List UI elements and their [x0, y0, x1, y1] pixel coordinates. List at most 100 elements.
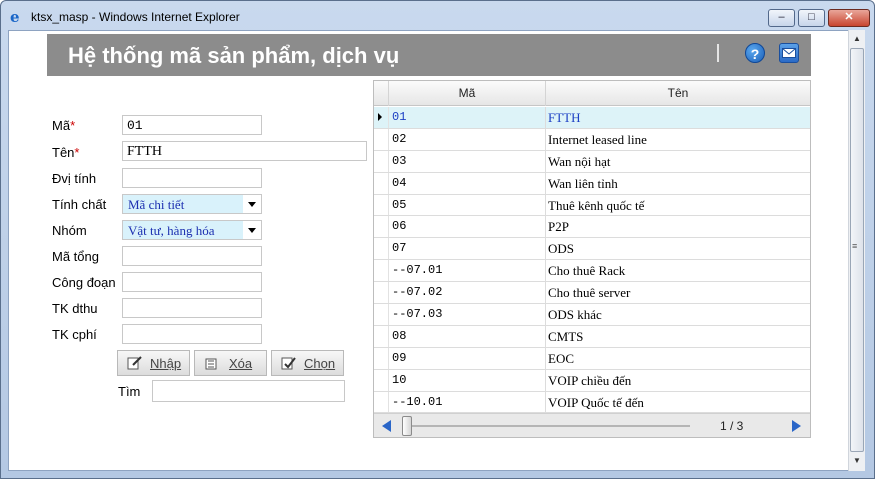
cell-ma: 01 — [388, 107, 546, 128]
table-row[interactable]: 08 CMTS — [374, 325, 810, 348]
delete-icon — [204, 355, 220, 371]
cell-ma: 08 — [388, 325, 546, 347]
pager-slider-handle[interactable] — [402, 416, 412, 436]
cell-ma: 10 — [388, 369, 546, 391]
cell-ma: 05 — [388, 194, 546, 216]
cell-ten: Cho thuê server — [548, 285, 631, 301]
internet-explorer-icon: e — [10, 8, 20, 26]
ten-input[interactable]: FTTH — [122, 141, 367, 161]
xoa-button-label: Xóa — [229, 356, 253, 371]
app-header: Hệ thống mã sản phẩm, dịch vụ ? — [47, 34, 811, 76]
cell-ten: EOC — [548, 350, 574, 366]
mail-icon[interactable] — [779, 43, 799, 63]
row-indicator-icon — [378, 113, 382, 121]
title-bar: e ktsx_masp - Windows Internet Explorer … — [1, 1, 874, 31]
tinh-chat-select[interactable]: Mã chi tiết — [122, 194, 262, 214]
cell-ten: Thuê kênh quốc tế — [548, 197, 645, 213]
close-button[interactable]: ✕ — [828, 9, 870, 27]
cell-ma: 03 — [388, 150, 546, 172]
pager-track[interactable] — [402, 425, 690, 427]
table-row[interactable]: --07.03 ODS khác — [374, 304, 810, 326]
table-row[interactable]: 01 FTTH — [374, 107, 810, 129]
cell-ma: 09 — [388, 347, 546, 369]
grid-header: Mã Tên — [374, 81, 810, 106]
cell-ma: 07 — [388, 238, 546, 260]
table-row[interactable]: 03 Wan nội hạt — [374, 150, 810, 173]
scroll-grip-icon: ≡ — [852, 241, 858, 251]
tinh-chat-value: Mã chi tiết — [128, 197, 185, 212]
scroll-up-arrow-icon[interactable]: ▲ — [849, 31, 865, 47]
cell-ma: 06 — [388, 216, 546, 238]
tim-label: Tìm — [118, 384, 141, 399]
table-row[interactable]: 07 ODS — [374, 238, 810, 261]
cell-ten: Cho thuê Rack — [548, 263, 626, 279]
ma-label: Mã* — [52, 118, 76, 133]
column-header-ten[interactable]: Tên — [546, 81, 810, 106]
nhap-button[interactable]: Nhập — [117, 350, 190, 376]
ma-tong-input[interactable] — [122, 246, 262, 266]
cell-ten: CMTS — [548, 328, 584, 344]
edit-icon — [127, 355, 143, 371]
cell-ten: VOIP Quốc tế đến — [548, 394, 644, 410]
select-icon — [281, 355, 297, 371]
next-page-icon[interactable] — [792, 420, 801, 432]
chevron-down-icon[interactable] — [248, 202, 256, 207]
search-input[interactable] — [152, 380, 345, 402]
minimize-button[interactable]: ‒ — [768, 9, 795, 27]
ma-tong-label: Mã tổng — [52, 249, 99, 264]
cell-ma: --07.02 — [388, 282, 546, 304]
maximize-button[interactable]: □ — [798, 9, 825, 27]
table-row[interactable]: 10 VOIP chiều đến — [374, 369, 810, 392]
page-vertical-scrollbar[interactable]: ▲ ≡ ▼ — [848, 30, 865, 471]
cell-ma: 02 — [388, 128, 546, 150]
page-indicator: 1 / 3 — [720, 419, 744, 433]
table-row[interactable]: 04 Wan liên tỉnh — [374, 172, 810, 195]
header-separator — [717, 44, 719, 62]
table-row[interactable]: 09 EOC — [374, 347, 810, 370]
cell-ten: Wan liên tỉnh — [548, 175, 618, 191]
nhom-select[interactable]: Vật tư, hàng hóa — [122, 220, 262, 240]
table-row[interactable]: --10.01 VOIP Quốc tế đến — [374, 391, 810, 414]
nhap-button-label: Nhập — [150, 356, 182, 371]
table-row[interactable]: --07.01 Cho thuê Rack — [374, 260, 810, 283]
cell-ten: VOIP chiều đến — [548, 372, 632, 388]
cell-ten: FTTH — [548, 110, 581, 125]
grid-rows: 01 FTTH 02 Internet leased line 03 Wan nội … — [374, 107, 810, 414]
cell-ten: ODS — [548, 241, 575, 257]
tk-cphi-input[interactable] — [122, 324, 262, 344]
chevron-down-icon[interactable] — [248, 228, 256, 233]
chon-button-label: Chọn — [304, 356, 336, 371]
ten-label: Tên* — [52, 145, 80, 160]
xoa-button[interactable]: Xóa — [194, 350, 267, 376]
table-row[interactable]: --07.02 Cho thuê server — [374, 282, 810, 305]
cell-ma: --07.03 — [388, 304, 546, 325]
tk-dthu-label: TK dthu — [52, 301, 98, 316]
nhom-value: Vật tư, hàng hóa — [128, 223, 215, 238]
chon-button[interactable]: Chọn — [271, 350, 344, 376]
product-grid: Mã Tên 01 FTTH 02 Internet leased line 03 W… — [373, 80, 811, 438]
cell-ten: P2P — [548, 219, 569, 235]
table-row[interactable]: 06 P2P — [374, 216, 810, 239]
dvi-tinh-input[interactable] — [122, 168, 262, 188]
cong-doan-label: Công đoạn — [52, 275, 116, 290]
cong-doan-input[interactable] — [122, 272, 262, 292]
page-title: Hệ thống mã sản phẩm, dịch vụ — [68, 43, 400, 68]
cell-ten: ODS khác — [548, 307, 602, 323]
previous-page-icon[interactable] — [382, 420, 391, 432]
dvi-tinh-label: Đvị tính — [52, 171, 97, 186]
tinh-chat-label: Tính chất — [52, 197, 107, 212]
cell-ten: Wan nội hạt — [548, 153, 611, 169]
column-header-ma[interactable]: Mã — [388, 81, 546, 106]
cell-ma: --10.01 — [388, 391, 546, 413]
ma-input[interactable]: 01 — [122, 115, 262, 135]
cell-ma: --07.01 — [388, 260, 546, 282]
table-row[interactable]: 05 Thuê kênh quốc tế — [374, 194, 810, 217]
nhom-label: Nhóm — [52, 223, 87, 238]
scroll-down-arrow-icon[interactable]: ▼ — [849, 453, 865, 469]
cell-ma: 04 — [388, 172, 546, 194]
table-row[interactable]: 02 Internet leased line — [374, 128, 810, 151]
grid-pager: 1 / 3 — [374, 413, 810, 437]
window-title: ktsx_masp - Windows Internet Explorer — [31, 10, 240, 24]
tk-dthu-input[interactable] — [122, 298, 262, 318]
help-icon[interactable]: ? — [745, 43, 765, 63]
